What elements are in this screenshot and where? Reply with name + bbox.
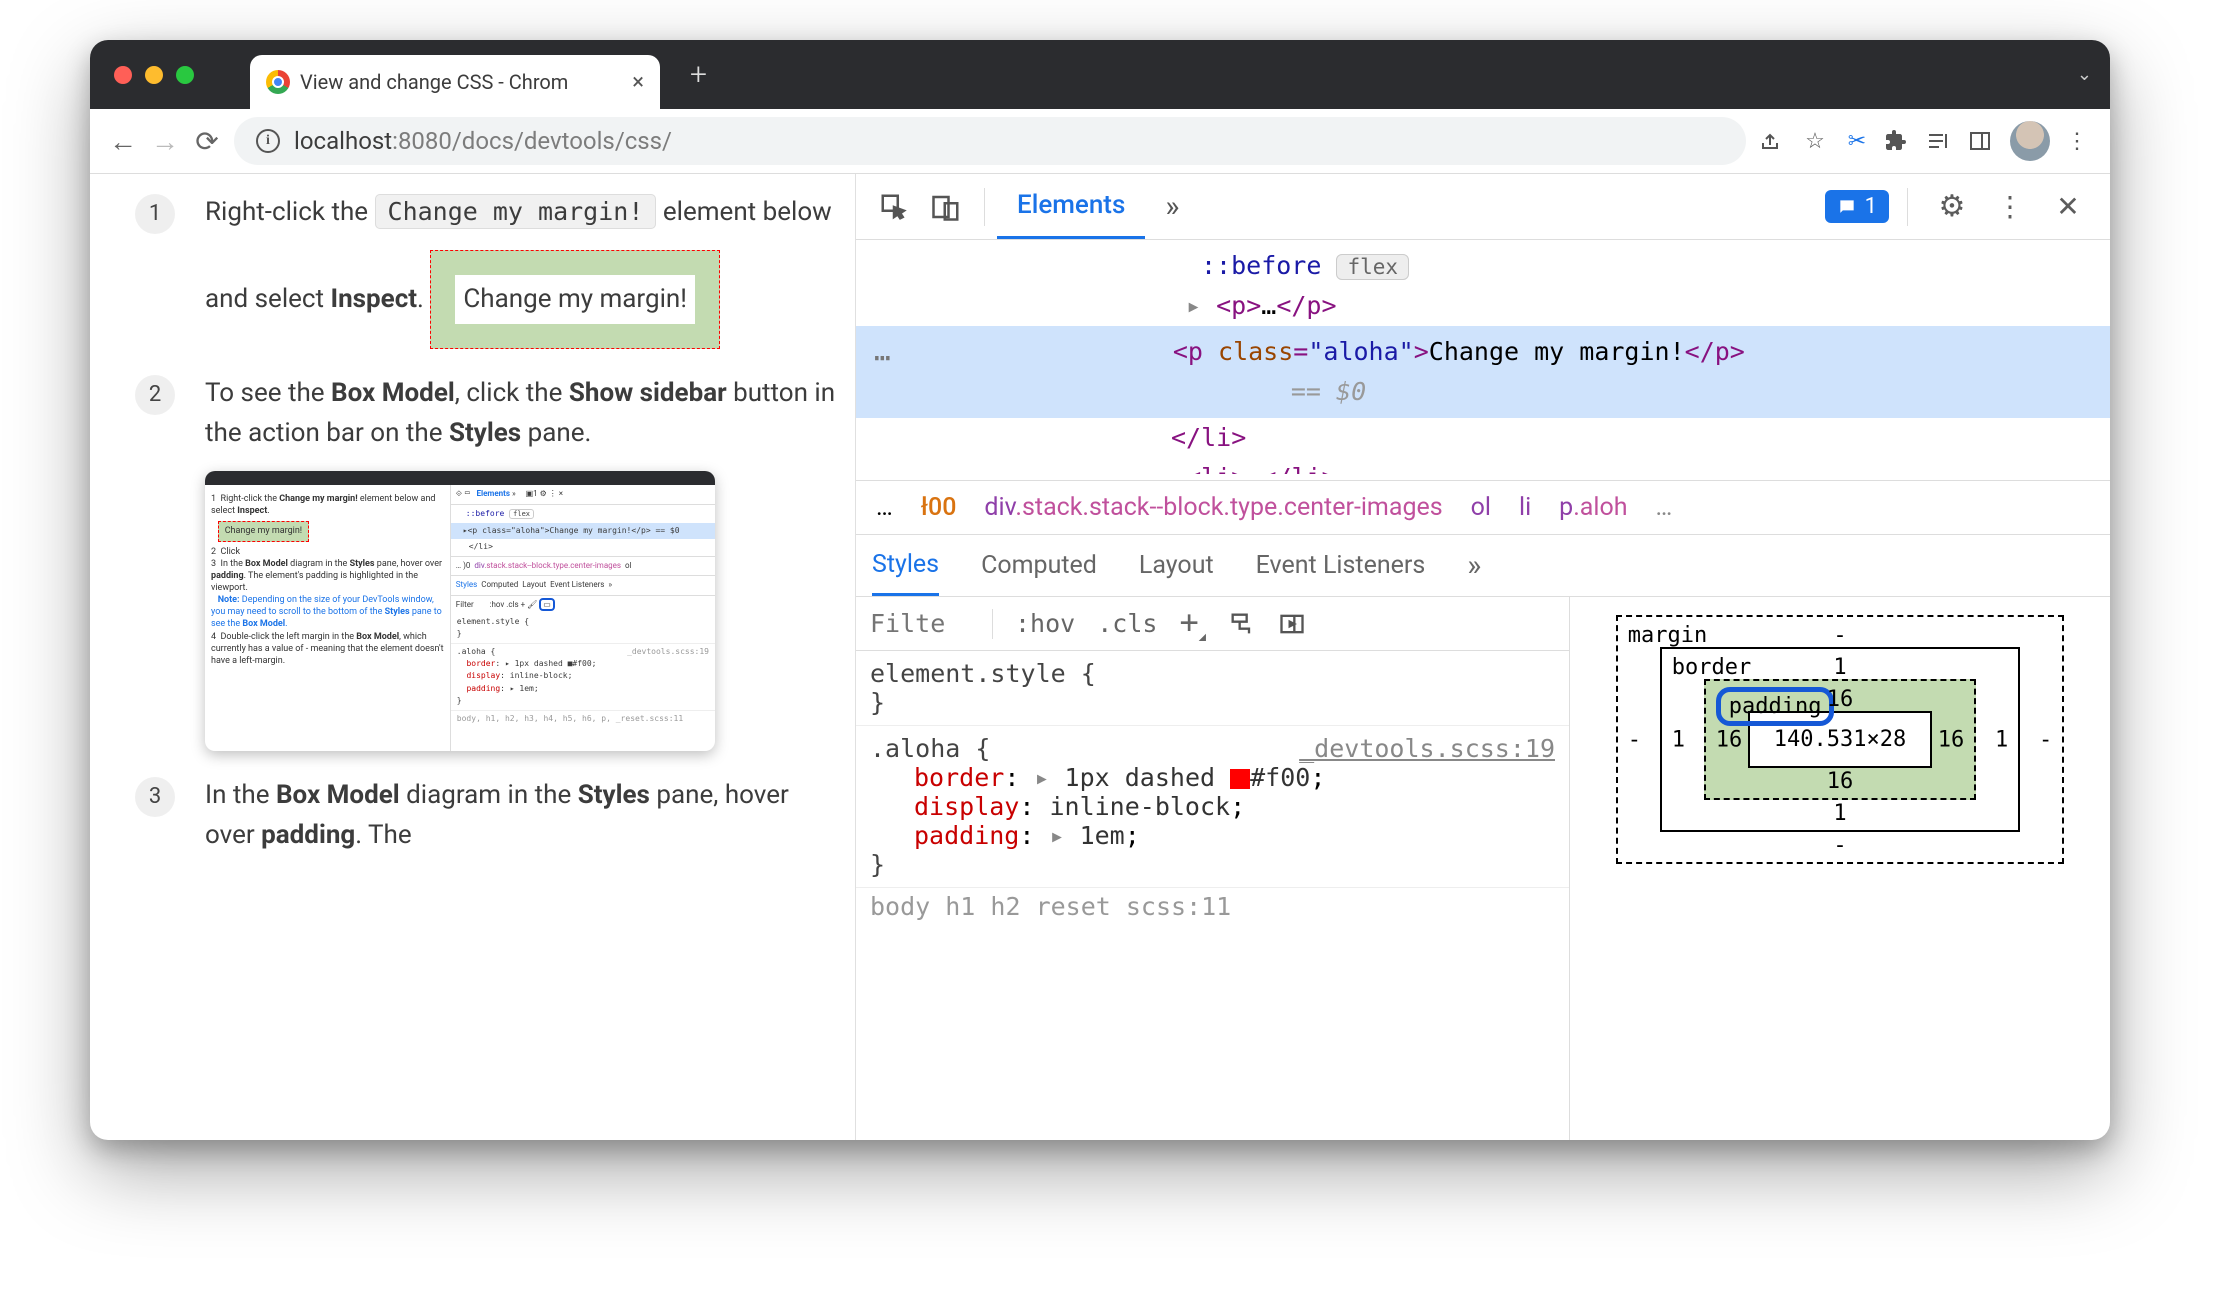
- eq0-indicator: == $0: [911, 372, 2110, 412]
- browser-toolbar: ← → ⟳ i localhost:8080/docs/devtools/css…: [90, 109, 2110, 174]
- css-rule[interactable]: element.style { }: [856, 651, 1569, 726]
- inspect-icon[interactable]: [878, 191, 910, 223]
- selected-dom-node[interactable]: ⋯ <p class="aloha">Change my margin!</p>…: [856, 326, 2110, 418]
- browser-window: View and change CSS - Chrom × + ⌄ ← → ⟳ …: [90, 40, 2110, 1140]
- sidebar-toggle-icon[interactable]: [1278, 610, 1306, 638]
- crumb-item[interactable]: p.aloh: [1559, 493, 1627, 522]
- crumb-item[interactable]: div.stack.stack--block.type.center-image…: [984, 493, 1442, 522]
- tab-styles[interactable]: Styles: [872, 535, 939, 596]
- tab-computed[interactable]: Computed: [981, 551, 1097, 580]
- step-number: 1: [135, 194, 175, 234]
- tab-close-icon[interactable]: ×: [632, 70, 644, 95]
- scissors-icon[interactable]: ✂: [1842, 129, 1872, 154]
- traffic-lights: [114, 66, 194, 84]
- dom-tree[interactable]: ::before flex ▸ <p>…</p> ⋯ <p class="alo…: [856, 240, 2110, 480]
- url-bar[interactable]: i localhost:8080/docs/devtools/css/: [234, 117, 1746, 165]
- titlebar: View and change CSS - Chrom × + ⌄: [90, 40, 2110, 109]
- tab-dropdown-icon[interactable]: ⌄: [2077, 64, 2092, 85]
- pseudo-before[interactable]: ::before: [1201, 251, 1321, 280]
- step-number: 2: [135, 375, 175, 415]
- color-swatch[interactable]: [1230, 769, 1250, 789]
- tab-event-listeners[interactable]: Event Listeners: [1256, 551, 1426, 580]
- cls-toggle[interactable]: .cls: [1097, 609, 1157, 638]
- bm-margin-label: margin: [1628, 623, 1707, 648]
- ellipsis-icon[interactable]: ⋯: [874, 336, 893, 381]
- minimize-window-icon[interactable]: [145, 66, 163, 84]
- new-tab-button[interactable]: +: [690, 57, 707, 92]
- extensions-icon[interactable]: [1884, 129, 1914, 153]
- device-icon[interactable]: [930, 191, 962, 223]
- tab-title: View and change CSS - Chrom: [300, 70, 622, 94]
- filter-input[interactable]: [870, 609, 970, 638]
- box-model-diagram[interactable]: margin - - - - border 1 1 1 1 padding: [1570, 597, 2110, 1140]
- styles-tabs: Styles Computed Layout Event Listeners »: [856, 535, 2110, 597]
- step-text: Right-click the: [205, 197, 375, 227]
- devtools-panel: Elements » 1 ⚙ ⋮ ✕ ::before flex ▸ <p>…<…: [855, 174, 2110, 1140]
- demo-element[interactable]: Change my margin!: [430, 250, 720, 348]
- crumb-item[interactable]: ol: [1471, 493, 1491, 522]
- reading-list-icon[interactable]: [1926, 129, 1956, 153]
- settings-icon[interactable]: ⚙: [1936, 191, 1968, 223]
- devtools-header: Elements » 1 ⚙ ⋮ ✕: [856, 174, 2110, 240]
- flex-badge[interactable]: flex: [1336, 254, 1409, 280]
- new-rule-icon[interactable]: +◢: [1179, 603, 1206, 643]
- page-content: 1 Right-click the Change my margin! elem…: [90, 174, 855, 1140]
- bookmark-icon[interactable]: ☆: [1800, 129, 1830, 154]
- crumb-item[interactable]: li: [1519, 493, 1531, 522]
- bm-padding-label: padding: [1716, 687, 1835, 726]
- css-rule-cut: body h1 h2 reset scss:11: [856, 888, 1569, 925]
- crumb-item[interactable]: ł00: [921, 493, 957, 522]
- reload-button[interactable]: ⟳: [192, 125, 222, 158]
- menu-icon[interactable]: ⋮: [2062, 129, 2092, 154]
- share-icon[interactable]: [1758, 129, 1788, 153]
- css-rule[interactable]: _devtools.scss:19 .aloha { border: ▸ 1px…: [856, 726, 1569, 888]
- browser-tab[interactable]: View and change CSS - Chrom ×: [250, 55, 660, 109]
- forward-button[interactable]: →: [150, 125, 180, 158]
- paint-icon[interactable]: [1228, 610, 1256, 638]
- screenshot-thumbnail: 1 Right-click the Change my margin! elem…: [205, 471, 715, 751]
- styles-filter-bar: :hov .cls +◢: [856, 597, 1569, 651]
- profile-avatar[interactable]: [2010, 121, 2050, 161]
- sidebar-icon[interactable]: [1968, 129, 1998, 153]
- back-button[interactable]: ←: [108, 125, 138, 158]
- bm-border-label: border: [1672, 655, 1751, 680]
- dom-breadcrumbs[interactable]: … ł00 div.stack.stack--block.type.center…: [856, 480, 2110, 535]
- kebab-icon[interactable]: ⋮: [1994, 191, 2026, 223]
- tab-layout[interactable]: Layout: [1139, 551, 1214, 580]
- site-info-icon[interactable]: i: [256, 129, 280, 153]
- close-window-icon[interactable]: [114, 66, 132, 84]
- url-host: localhost:8080/docs/devtools/css/: [294, 127, 672, 155]
- close-devtools-icon[interactable]: ✕: [2052, 191, 2084, 223]
- step-number: 3: [135, 777, 175, 817]
- tab-more[interactable]: »: [1145, 174, 1199, 239]
- hov-toggle[interactable]: :hov: [1015, 609, 1075, 638]
- demo-text: Change my margin!: [455, 275, 695, 323]
- maximize-window-icon[interactable]: [176, 66, 194, 84]
- issues-badge[interactable]: 1: [1825, 190, 1889, 223]
- tab-elements[interactable]: Elements: [997, 174, 1145, 239]
- source-link[interactable]: _devtools.scss:19: [1299, 734, 1555, 763]
- tab-more[interactable]: »: [1467, 548, 1481, 583]
- chrome-logo-icon: [266, 70, 290, 94]
- styles-pane: :hov .cls +◢ element.style { }: [856, 597, 1570, 1140]
- code-inline: Change my margin!: [375, 194, 657, 229]
